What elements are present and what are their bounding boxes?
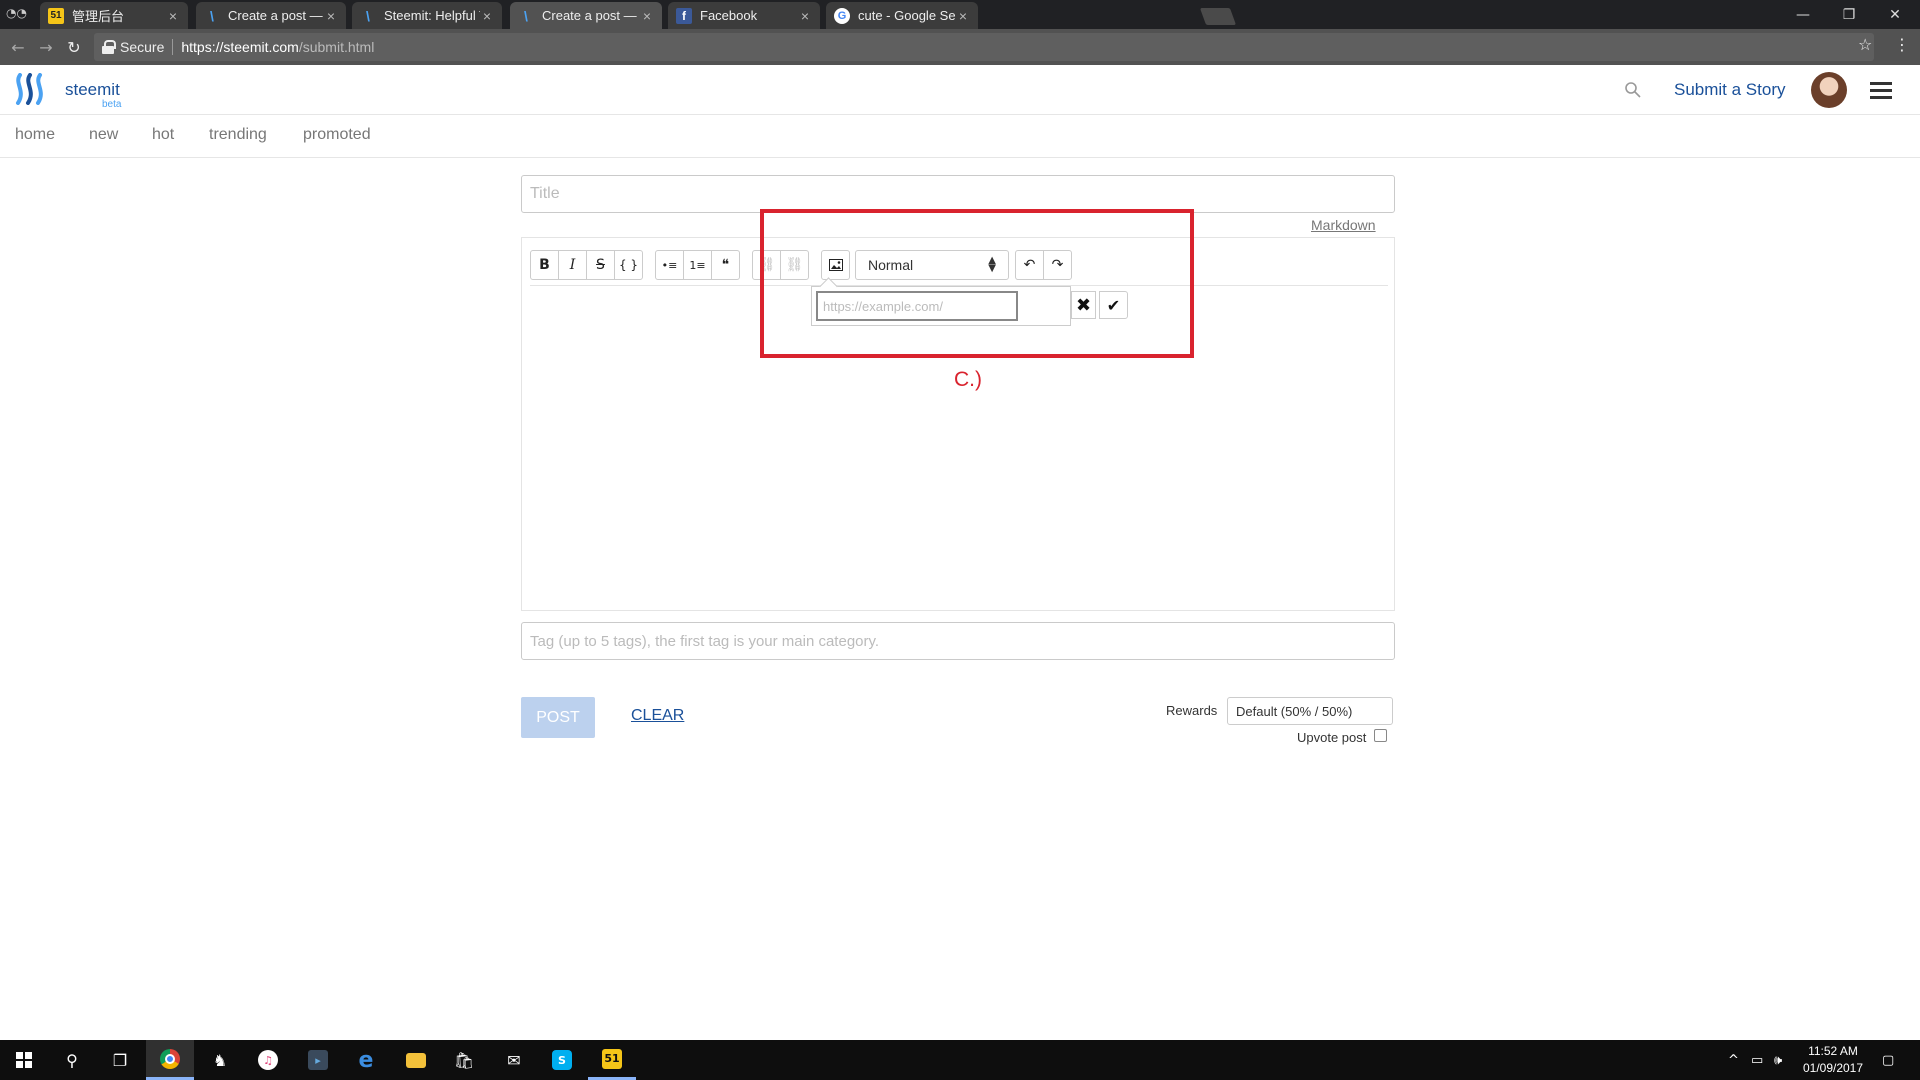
annotation-highlight-box [760,209,1194,358]
steemit-icon: \ [366,7,370,24]
browser-tab-strip: ◔◔ 51 管理后台 × \ Create a post — Steemit ×… [0,0,1920,29]
nav-new[interactable]: new [89,126,118,144]
url-host: https://steemit.com [181,39,299,55]
tab-close-icon[interactable]: × [480,8,494,24]
browser-icon[interactable]: ♞ [196,1040,244,1080]
close-window-icon[interactable]: ✕ [1872,0,1918,29]
new-tab-button[interactable] [1199,8,1237,25]
task-view-icon[interactable]: ❐ [96,1040,144,1080]
markdown-toggle-link[interactable]: Markdown [1311,217,1376,233]
logo-beta: beta [102,99,122,110]
browser-tab[interactable]: f Facebook × [668,2,820,29]
title-input[interactable]: Title [521,175,1395,213]
code-button[interactable]: { } [614,250,643,280]
browser-tab[interactable]: \ Create a post — Steemit × [196,2,346,29]
browser-tab[interactable]: \ Steemit: Helpful Tags! — × [352,2,502,29]
search-icon[interactable] [1624,81,1642,99]
post-button[interactable]: POST [521,697,595,738]
steemit-logo-icon[interactable] [14,73,50,105]
hamburger-menu-icon[interactable] [1870,82,1892,99]
google-icon: G [834,7,850,24]
rewards-label: Rewards [1166,703,1218,718]
divider [172,39,174,55]
blockquote-button[interactable]: ❝ [711,250,740,280]
itunes-icon[interactable]: ♫ [244,1040,292,1080]
submit-story-link[interactable]: Submit a Story [1674,80,1786,100]
secure-label: Secure [120,39,165,55]
tab-close-icon[interactable]: × [166,8,180,24]
rewards-select[interactable]: Default (50% / 50%) [1227,697,1393,725]
forward-icon[interactable]: → [34,35,58,59]
tab-title: cute - Google Search [858,8,956,23]
nav-home[interactable]: home [15,126,55,144]
skype-icon[interactable]: S [538,1040,586,1080]
facebook-icon: f [676,7,692,24]
chrome-menu-icon[interactable]: ⋮ [1894,35,1910,54]
bullet-list-button[interactable]: •≡ [655,250,684,280]
tab-close-icon[interactable]: × [798,8,812,24]
topic-nav: home new hot trending promoted [0,116,1920,158]
search-icon[interactable]: ⚲ [48,1040,96,1080]
address-bar[interactable]: Secure https://steemit.com /submit.html [94,33,1874,61]
browser-tab-active[interactable]: \ Create a post — Steemit × [510,2,662,29]
volume-icon[interactable]: 🕪 [1774,1040,1782,1080]
tab-title: 管理后台 [72,9,125,24]
minimize-icon[interactable]: — [1780,0,1826,29]
annotation-label: C.) [954,368,982,391]
bookmark-star-icon[interactable]: ☆ [1858,35,1872,54]
tab-title: Facebook [700,8,758,23]
clock-time: 11:52 AM [1808,1044,1858,1058]
store-icon[interactable]: 🛍 [440,1040,488,1080]
browser-toolbar: ← → ↻ Secure https://steemit.com /submit… [0,29,1920,65]
steemit-icon: \ [524,7,528,24]
italic-button[interactable]: I [558,250,587,280]
windows-taskbar: ⚲ ❐ ♞ ♫ ▸ e 🛍 ✉ S 51 ^ ▭ 🕪 11:52 AM 01/0… [0,1040,1920,1080]
tags-input[interactable]: Tag (up to 5 tags), the first tag is you… [521,622,1395,660]
system-clock[interactable]: 11:52 AM 01/09/2017 [1788,1043,1878,1077]
upvote-label: Upvote post [1297,730,1367,745]
tab-close-icon[interactable]: × [324,8,338,24]
file-explorer-icon[interactable] [392,1040,440,1080]
logo-text[interactable]: steemit [65,80,120,100]
clear-button[interactable]: CLEAR [631,707,684,725]
tab-title: Steemit: Helpful Tags! — [384,8,480,23]
steemit-icon: \ [210,7,214,24]
chrome-icon[interactable] [146,1040,194,1080]
format-group: B I S { } [530,250,643,280]
clock-date: 01/09/2017 [1802,1061,1864,1075]
nav-hot[interactable]: hot [152,126,174,144]
tab-title: Create a post — Steemit [228,8,324,23]
incognito-icon: ◔◔ [6,6,27,20]
lock-icon [102,40,116,54]
numbered-list-button[interactable]: 1≡ [683,250,712,280]
back-icon[interactable]: ← [6,35,30,59]
bold-button[interactable]: B [530,250,559,280]
rewards-value: Default (50% / 50%) [1236,703,1353,719]
browser-tab[interactable]: 51 管理后台 × [40,2,188,29]
strikethrough-button[interactable]: S [586,250,615,280]
reload-icon[interactable]: ↻ [62,35,86,59]
edge-icon[interactable]: e [342,1040,390,1080]
tab-title: Create a post — Steemit [542,8,640,23]
avatar[interactable] [1811,72,1847,108]
browser-tab[interactable]: G cute - Google Search × [826,2,978,29]
mail-icon[interactable]: ✉ [490,1040,538,1080]
app-icon[interactable]: ▸ [294,1040,342,1080]
51-icon: 51 [48,7,64,24]
windows-start-icon[interactable] [0,1040,48,1080]
tab-close-icon[interactable]: × [640,8,654,24]
list-group: •≡ 1≡ ❝ [655,250,740,280]
nav-promoted[interactable]: promoted [303,126,371,144]
notifications-icon[interactable]: ▢ [1882,1040,1894,1080]
upvote-checkbox[interactable] [1374,729,1387,742]
tray-chevron-icon[interactable]: ^ [1728,1040,1739,1080]
network-icon[interactable]: ▭ [1751,1040,1763,1080]
restore-icon[interactable]: ❐ [1826,0,1872,29]
site-header: steemit beta Submit a Story [0,65,1920,115]
51-icon[interactable]: 51 [588,1040,636,1080]
tab-close-icon[interactable]: × [956,8,970,24]
url-path: /submit.html [298,39,375,55]
nav-trending[interactable]: trending [209,126,267,144]
